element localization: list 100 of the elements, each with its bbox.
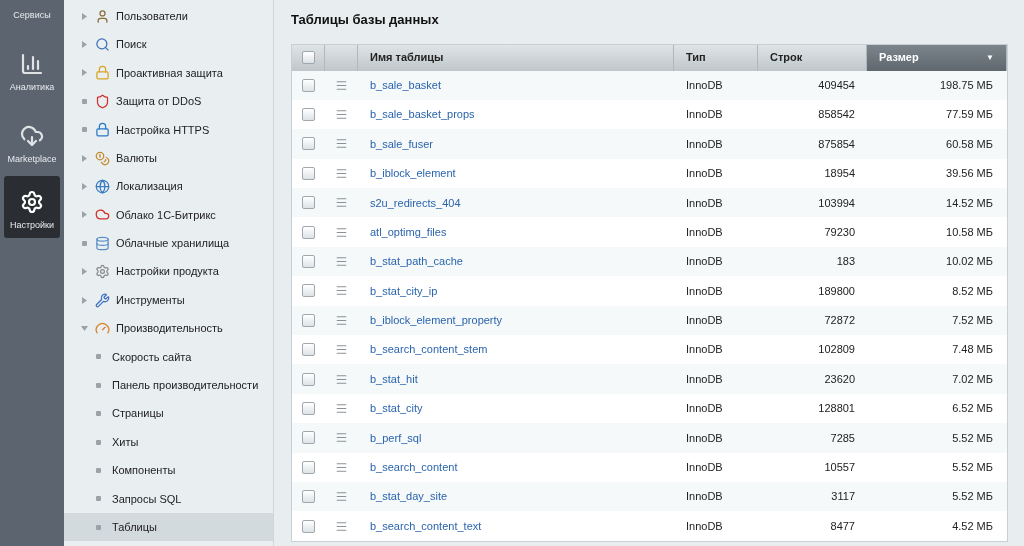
checkbox[interactable] bbox=[302, 519, 315, 533]
table-name-link[interactable]: b_search_content bbox=[370, 461, 458, 473]
nav-item[interactable]: Пользователи bbox=[64, 2, 273, 31]
menu-icon[interactable] bbox=[335, 313, 348, 327]
table-name-link[interactable]: b_sale_basket_props bbox=[370, 108, 475, 121]
table-name-link[interactable]: b_perf_sql bbox=[370, 431, 422, 444]
checkbox[interactable] bbox=[301, 51, 315, 64]
table-name-link[interactable]: atl_optimg_files bbox=[370, 225, 447, 238]
caret-right-icon[interactable] bbox=[80, 268, 88, 276]
table-name-link[interactable]: b_stat_hit bbox=[370, 372, 418, 385]
checkbox[interactable] bbox=[302, 284, 315, 298]
nav-item[interactable]: Проактивная защита bbox=[64, 58, 273, 88]
table-name-link[interactable]: b_search_content_stem bbox=[370, 343, 488, 356]
table-row[interactable]: b_stat_path_cache InnoDB 183 10.02 МБ bbox=[292, 246, 1007, 277]
menu-icon[interactable] bbox=[335, 431, 348, 445]
caret-right-icon[interactable] bbox=[80, 41, 88, 49]
checkbox[interactable] bbox=[302, 166, 315, 180]
caret-right-icon[interactable] bbox=[80, 69, 88, 77]
column-header[interactable]: Имя таблицы bbox=[358, 44, 674, 71]
nav-item[interactable]: Скорость сайта bbox=[64, 342, 273, 372]
caret-right-icon[interactable] bbox=[80, 211, 88, 219]
nav-item[interactable]: Компоненты bbox=[64, 456, 273, 485]
checkbox[interactable] bbox=[302, 460, 315, 474]
menu-icon[interactable] bbox=[335, 196, 348, 210]
table-name-link[interactable]: b_stat_city_ip bbox=[370, 284, 438, 297]
nav-item[interactable]: Хиты bbox=[64, 427, 273, 457]
nav-item[interactable]: Защита от DDoS bbox=[64, 87, 273, 116]
checkbox[interactable] bbox=[302, 402, 315, 415]
menu-icon[interactable] bbox=[335, 225, 348, 239]
menu-icon[interactable] bbox=[335, 166, 348, 180]
table-row[interactable]: b_stat_day_site InnoDB 3117 5.52 МБ bbox=[292, 481, 1007, 512]
nav-item[interactable]: Панель производительности bbox=[64, 371, 273, 400]
table-name-link[interactable]: b_iblock_element bbox=[370, 167, 456, 180]
nav-label: Компоненты bbox=[112, 463, 176, 479]
menu-icon[interactable] bbox=[335, 402, 348, 415]
nav-item[interactable]: Запросы SQL bbox=[64, 484, 273, 514]
checkbox[interactable] bbox=[302, 490, 315, 504]
sidebar-item[interactable]: Настройки bbox=[4, 176, 60, 238]
checkbox[interactable] bbox=[302, 137, 315, 151]
menu-icon[interactable] bbox=[335, 108, 348, 122]
menu-icon[interactable] bbox=[335, 255, 348, 269]
table-cell: 10557 bbox=[824, 461, 855, 473]
nav-item[interactable]: Страницы bbox=[64, 399, 273, 428]
checkbox[interactable] bbox=[302, 313, 315, 327]
menu-icon[interactable] bbox=[335, 284, 348, 298]
sidebar-item[interactable]: Marketplace bbox=[4, 104, 60, 166]
table-name-link[interactable]: b_search_content_text bbox=[370, 519, 482, 532]
nav-item[interactable]: Облако 1С-Битрикс bbox=[64, 200, 273, 230]
menu-icon[interactable] bbox=[335, 78, 348, 92]
table-name-link[interactable]: s2u_redirects_404 bbox=[370, 196, 461, 209]
nav-item[interactable]: Инструменты bbox=[64, 285, 273, 315]
checkbox[interactable] bbox=[302, 372, 315, 386]
table-name-link[interactable]: b_iblock_element_property bbox=[370, 314, 503, 327]
sidebar-label: Настройки bbox=[9, 218, 55, 232]
column-header[interactable]: Размер ▼ bbox=[867, 44, 1007, 71]
checkbox[interactable] bbox=[302, 78, 315, 92]
caret-right-icon[interactable] bbox=[80, 154, 88, 162]
table-name-link[interactable]: b_stat_city bbox=[370, 402, 423, 415]
table-cell: InnoDB bbox=[686, 196, 723, 209]
sidebar-item[interactable]: Сервисы bbox=[4, 0, 60, 22]
checkbox[interactable] bbox=[302, 225, 315, 239]
table-row[interactable]: s2u_redirects_404 InnoDB 103994 14.52 МБ bbox=[292, 188, 1007, 218]
checkbox[interactable] bbox=[302, 431, 315, 445]
caret-down-icon[interactable] bbox=[80, 325, 88, 332]
table-cell: InnoDB bbox=[686, 137, 723, 150]
checkbox[interactable] bbox=[302, 196, 315, 210]
menu-icon[interactable] bbox=[335, 343, 348, 357]
caret-right-icon[interactable] bbox=[80, 12, 88, 20]
caret-right-icon[interactable] bbox=[80, 183, 88, 191]
table-cell: InnoDB bbox=[686, 372, 723, 385]
nav-item[interactable]: Настройки продукта bbox=[64, 257, 273, 286]
table-row[interactable]: b_perf_sql InnoDB 7285 5.52 МБ bbox=[292, 423, 1007, 453]
checkbox[interactable] bbox=[302, 108, 315, 122]
menu-icon[interactable] bbox=[335, 490, 348, 504]
table-name-link[interactable]: b_stat_path_cache bbox=[370, 255, 463, 268]
table-row[interactable]: b_sale_basket InnoDB 409454 198.75 МБ bbox=[292, 70, 1007, 100]
table-name-link[interactable]: b_sale_fuser bbox=[370, 137, 433, 150]
nav-item[interactable]: Настройка HTTPS bbox=[64, 115, 273, 144]
table-row[interactable]: b_sale_fuser InnoDB 875854 60.58 МБ bbox=[292, 129, 1007, 159]
table-name-link[interactable]: b_stat_day_site bbox=[370, 490, 448, 503]
menu-icon[interactable] bbox=[335, 137, 348, 151]
checkbox[interactable] bbox=[302, 255, 315, 269]
nav-item[interactable]: Облачные хранилища bbox=[64, 229, 273, 258]
nav-item[interactable]: Локализация bbox=[64, 172, 273, 201]
sidebar-item[interactable]: Аналитика bbox=[4, 32, 60, 94]
table-row[interactable]: b_stat_hit InnoDB 23620 7.02 МБ bbox=[292, 364, 1007, 394]
checkbox[interactable] bbox=[302, 343, 315, 357]
nav-item[interactable]: Таблицы bbox=[64, 513, 273, 542]
nav-item[interactable]: Валюты bbox=[64, 143, 273, 173]
column-header[interactable]: Тип bbox=[674, 44, 758, 71]
nav-item[interactable]: Поиск bbox=[64, 30, 273, 59]
menu-icon[interactable] bbox=[335, 460, 348, 474]
menu-icon[interactable] bbox=[335, 372, 348, 386]
user-icon bbox=[95, 8, 110, 24]
table-row[interactable]: b_iblock_element_property InnoDB 72872 7.52 МБ bbox=[292, 305, 1007, 335]
caret-right-icon[interactable] bbox=[80, 296, 88, 304]
bullet-icon bbox=[96, 439, 101, 445]
menu-icon[interactable] bbox=[335, 519, 348, 533]
table-name-link[interactable]: b_sale_basket bbox=[370, 78, 441, 91]
nav-item[interactable]: Производительность bbox=[64, 314, 273, 343]
